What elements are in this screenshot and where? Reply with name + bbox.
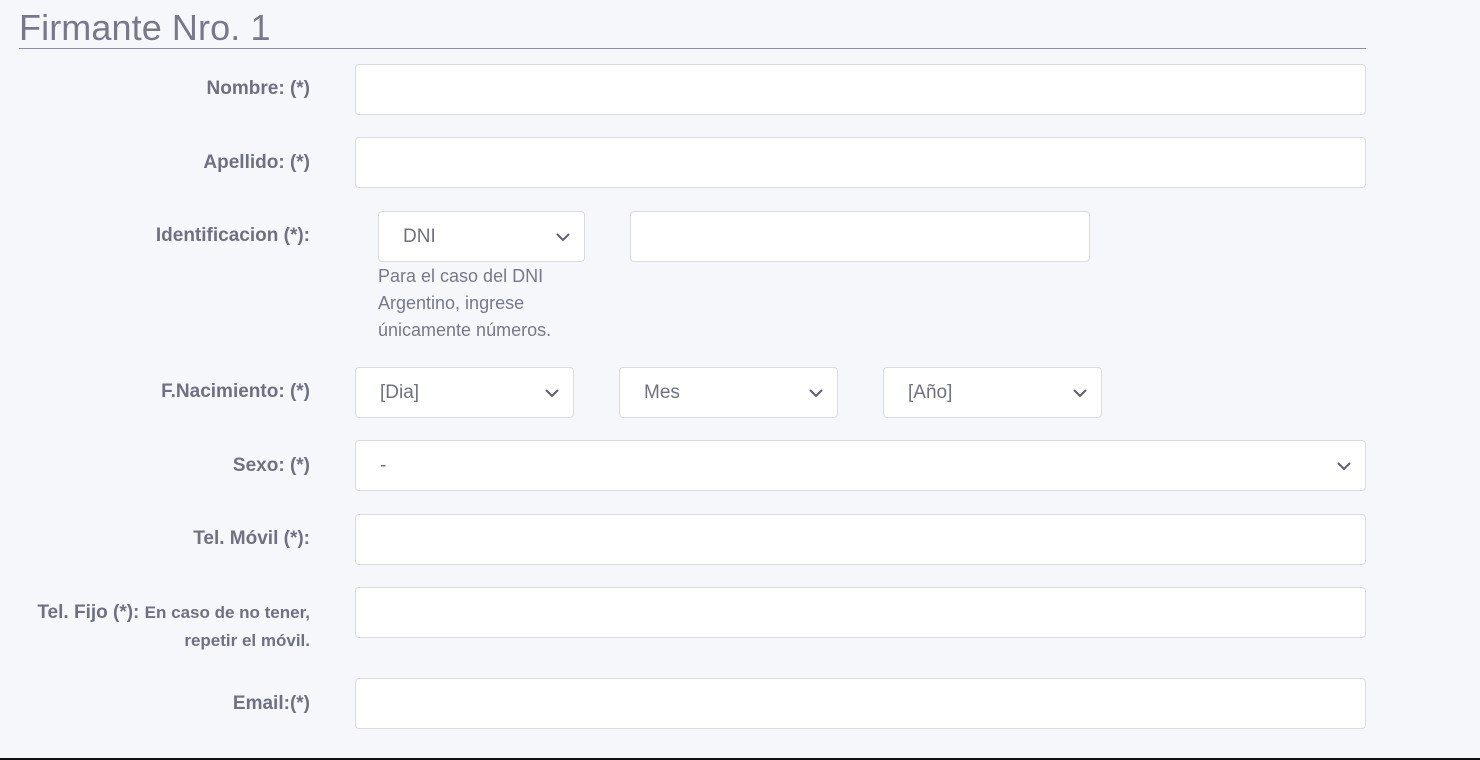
document-type-select[interactable]: DNI <box>378 211 585 262</box>
birth-month-value: Mes <box>644 381 680 403</box>
sexo-label: Sexo: (*) <box>232 455 310 476</box>
birth-month-select[interactable]: Mes <box>619 367 838 418</box>
birth-day-select[interactable]: [Dia] <box>355 367 574 418</box>
identificacion-label: Identificacion (*): <box>155 225 310 246</box>
apellido-input[interactable] <box>355 137 1366 188</box>
chevron-down-icon <box>1073 388 1087 398</box>
document-helper-text: Para el caso del DNI Argentino, ingrese … <box>378 266 552 340</box>
mobile-phone-label: Tel. Móvil (*): <box>193 528 310 549</box>
chevron-down-icon <box>1337 461 1351 471</box>
section-title: Firmante Nro. 1 <box>19 7 271 48</box>
email-label: Email:(*) <box>232 693 310 714</box>
apellido-label: Apellido: (*) <box>203 152 310 173</box>
birth-date-label: F.Nacimiento: (*) <box>161 381 310 402</box>
document-number-input[interactable] <box>630 211 1090 262</box>
chevron-down-icon <box>556 232 570 242</box>
sexo-value: - <box>380 454 387 476</box>
birth-year-value: [Año] <box>908 381 953 403</box>
birth-day-value: [Dia] <box>380 381 420 403</box>
landline-phone-label-note: En caso de no tener, repetir el móvil. <box>144 603 310 650</box>
chevron-down-icon <box>545 388 559 398</box>
birth-year-select[interactable]: [Año] <box>883 367 1102 418</box>
landline-phone-label: Tel. Fijo (*): En caso de no tener, repe… <box>10 599 310 655</box>
document-type-value: DNI <box>403 225 436 247</box>
signer-form: Firmante Nro. 1 Nombre: (*) Apellido: (*… <box>0 0 1480 760</box>
nombre-label: Nombre: (*) <box>206 78 310 99</box>
sexo-select[interactable]: - <box>355 440 1366 491</box>
mobile-phone-input[interactable] <box>355 514 1366 565</box>
section-divider <box>19 48 1366 49</box>
chevron-down-icon <box>809 388 823 398</box>
nombre-input[interactable] <box>355 64 1366 115</box>
email-input[interactable] <box>355 678 1366 729</box>
landline-phone-label-main: Tel. Fijo (*): <box>37 602 145 623</box>
landline-phone-input[interactable] <box>355 587 1366 638</box>
